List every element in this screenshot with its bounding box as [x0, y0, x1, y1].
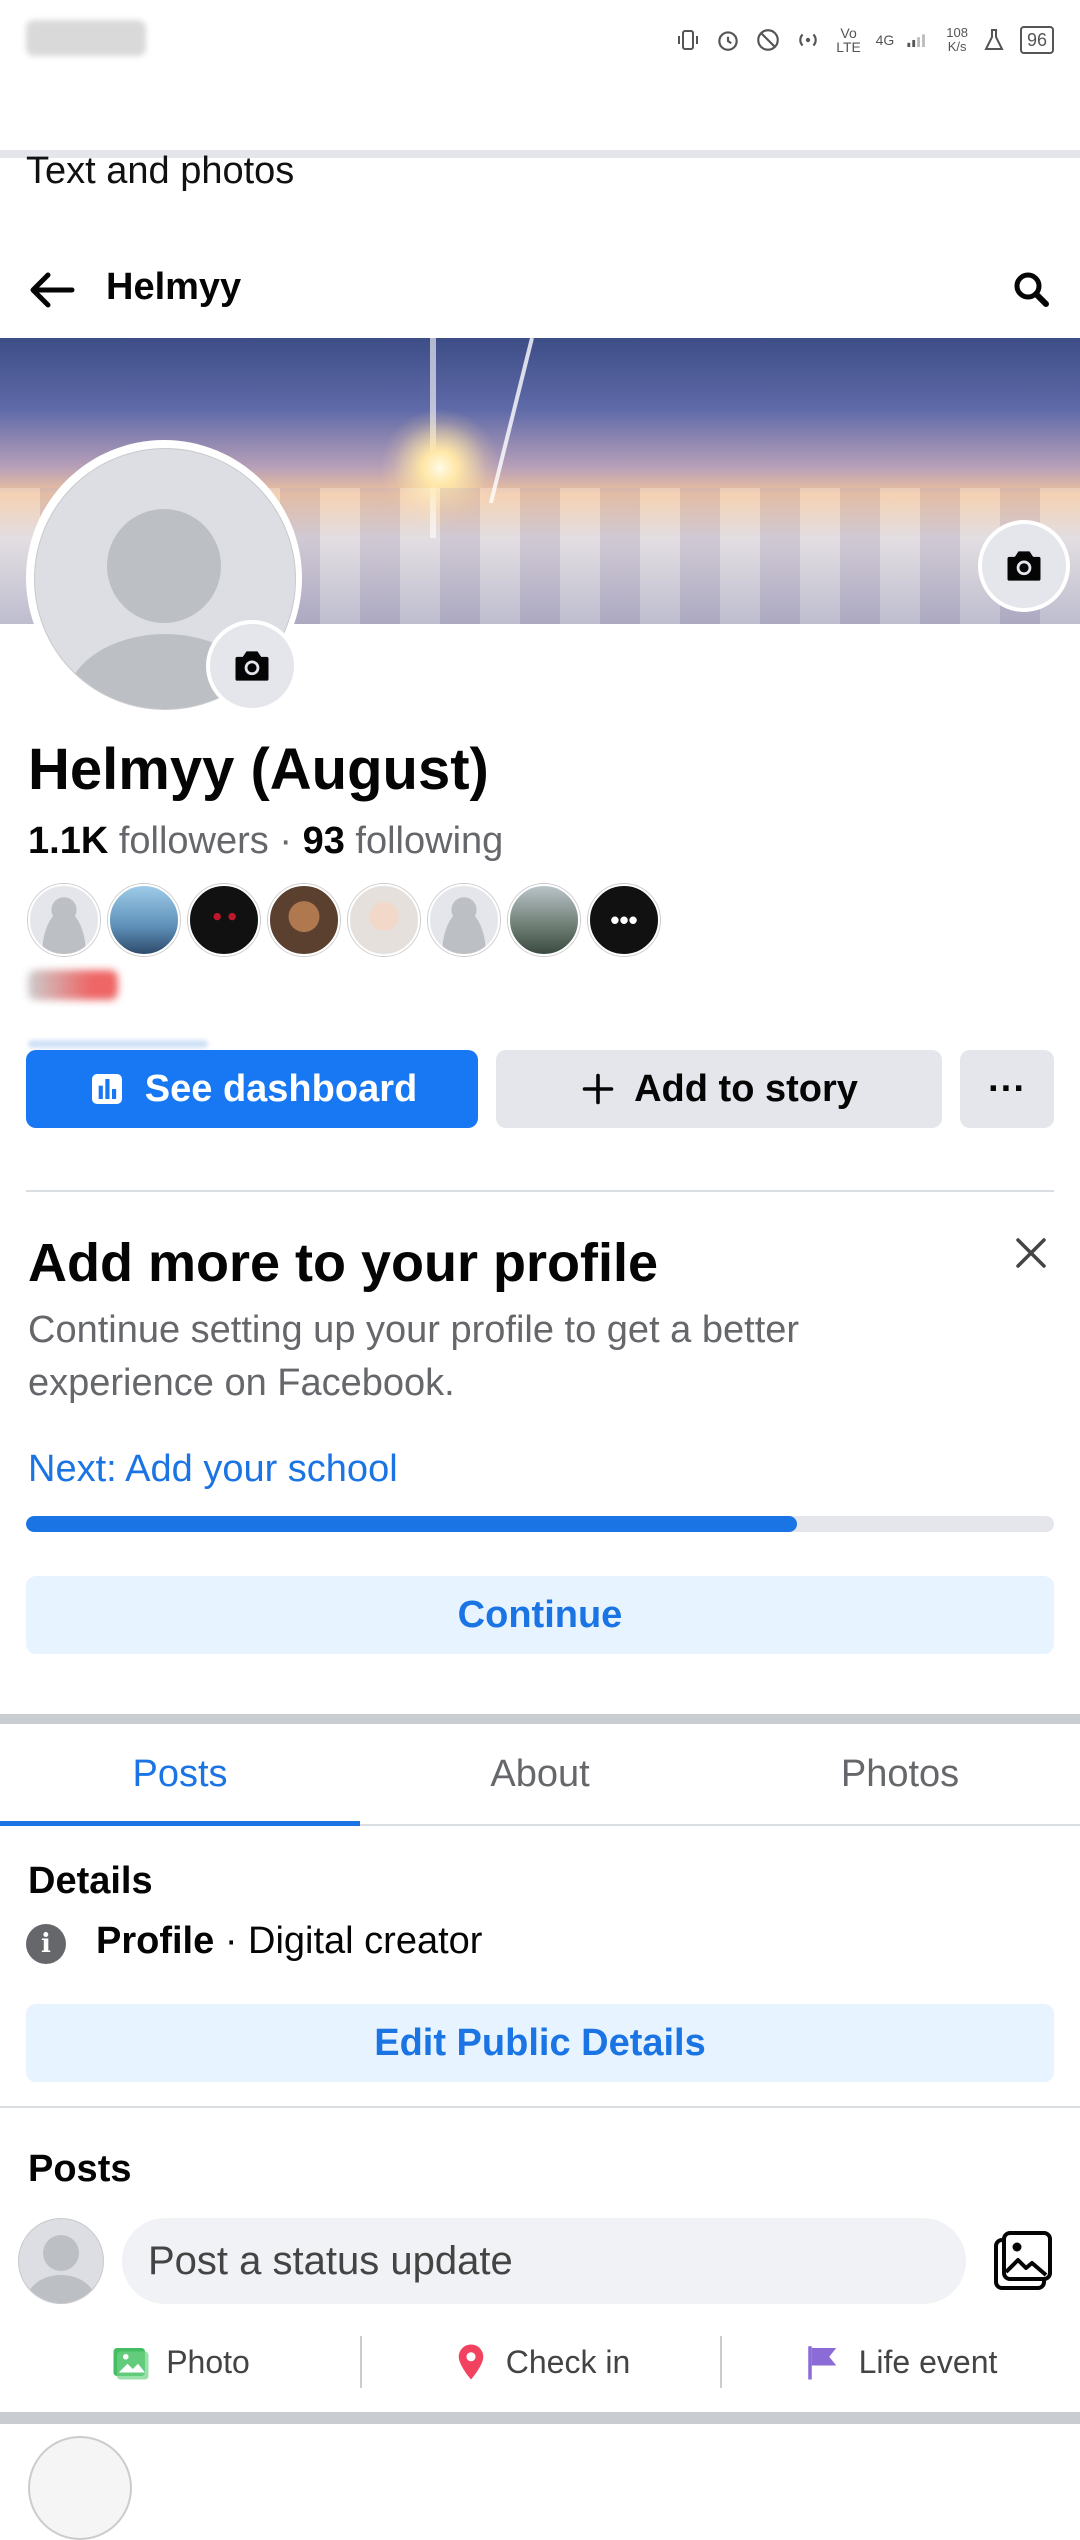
- add-to-story-label: Add to story: [634, 1067, 858, 1110]
- add-to-story-button[interactable]: Add to story: [496, 1050, 942, 1128]
- camera-icon: [235, 651, 269, 681]
- life-event-action-label: Life event: [858, 2343, 998, 2380]
- avatar-head: [43, 2235, 79, 2271]
- my-avatar[interactable]: [18, 2218, 104, 2304]
- tab-photos[interactable]: Photos: [720, 1724, 1080, 1824]
- profile-progress-bar: [26, 1516, 1054, 1532]
- volte-label: Vo LTE: [836, 25, 861, 55]
- friend-avatar[interactable]: [268, 884, 340, 956]
- status-update-input[interactable]: Post a status update: [122, 2218, 966, 2304]
- info-icon: i: [26, 1924, 66, 1964]
- details-profile-type: Profile · Digital creator: [96, 1920, 482, 1963]
- photo-action[interactable]: Photo: [0, 2326, 360, 2398]
- profile-name: Helmyy (August): [28, 737, 489, 802]
- followers-label[interactable]: followers: [119, 820, 269, 862]
- friend-avatar[interactable]: [28, 884, 100, 956]
- cut-off-header-text: Text and photos: [26, 150, 295, 192]
- section-divider: [0, 2412, 1080, 2424]
- edit-public-details-label: Edit Public Details: [374, 2021, 706, 2064]
- more-options-button[interactable]: ···: [960, 1050, 1054, 1128]
- edit-public-details-button[interactable]: Edit Public Details: [26, 2004, 1054, 2082]
- details-type-value: Digital creator: [248, 1920, 483, 1962]
- profile-header: Helmyy: [0, 240, 1080, 340]
- tab-about[interactable]: About: [360, 1724, 720, 1824]
- friend-avatar[interactable]: [348, 884, 420, 956]
- friend-avatar[interactable]: [108, 884, 180, 956]
- tab-label: About: [490, 1752, 590, 1795]
- blurred-bio: [28, 970, 118, 1000]
- friend-avatar[interactable]: [188, 884, 260, 956]
- blurred-line: [28, 1040, 208, 1048]
- add-more-description: Continue setting up your profile to get …: [28, 1309, 800, 1404]
- friend-avatar[interactable]: [508, 884, 580, 956]
- tab-label: Posts: [132, 1752, 228, 1795]
- add-more-title: Add more to your profile: [28, 1233, 659, 1293]
- details-type-label: Profile: [96, 1920, 215, 1962]
- more-options-label: ···: [988, 1067, 1026, 1110]
- add-photo-icon[interactable]: [990, 2228, 1056, 2294]
- following-label[interactable]: following: [355, 820, 503, 862]
- network-type: 4G: [875, 32, 895, 48]
- avatar-head: [107, 509, 221, 623]
- search-icon[interactable]: [1004, 262, 1060, 318]
- photo-icon: [113, 2348, 149, 2380]
- status-update-placeholder: Post a status update: [148, 2238, 513, 2283]
- camera-icon: [1007, 551, 1041, 581]
- hotspot-icon: [794, 26, 822, 54]
- status-bar: Vo LTE 4G 108 K/s 96: [0, 0, 1080, 80]
- section-divider: [0, 1714, 1080, 1724]
- continue-label: Continue: [457, 1593, 623, 1636]
- posts-heading: Posts: [28, 2148, 132, 2190]
- status-icons: Vo LTE 4G 108 K/s 96: [674, 22, 1054, 58]
- see-dashboard-button[interactable]: See dashboard: [26, 1050, 478, 1128]
- location-pin-icon: [458, 2344, 483, 2380]
- add-more-next-step[interactable]: Next: Add your school: [28, 1448, 398, 1491]
- plus-icon: [582, 1073, 614, 1105]
- dashboard-icon: [91, 1074, 122, 1104]
- vibrate-icon: [674, 26, 702, 54]
- tab-label: Photos: [840, 1752, 960, 1795]
- life-event-action[interactable]: Life event: [720, 2326, 1080, 2398]
- avatar-body: [27, 2275, 95, 2303]
- net-speed: 108 K/s: [946, 26, 968, 54]
- tab-posts[interactable]: Posts: [0, 1724, 360, 1826]
- photo-action-label: Photo: [166, 2343, 250, 2380]
- signal-icon: [906, 26, 934, 54]
- net-speed-unit: K/s: [947, 39, 967, 54]
- flask-icon: [980, 26, 1008, 54]
- details-heading: Details: [28, 1860, 153, 1902]
- friend-avatars-row: •••: [28, 884, 660, 956]
- divider: [26, 1190, 1054, 1192]
- friend-avatar[interactable]: [428, 884, 500, 956]
- back-arrow-icon[interactable]: [24, 262, 80, 318]
- avatar-camera-button[interactable]: [206, 620, 298, 712]
- follow-stats: 1.1K followers · 93 following: [28, 820, 503, 863]
- post-author-avatar[interactable]: [28, 2436, 132, 2540]
- flag-icon: [807, 2346, 836, 2380]
- stats-separator: ·: [279, 820, 293, 862]
- alarm-icon: [714, 26, 742, 54]
- following-count[interactable]: 93: [303, 820, 345, 862]
- more-friends-button[interactable]: •••: [588, 884, 660, 956]
- details-separator: ·: [224, 1920, 249, 1962]
- followers-count[interactable]: 1.1K: [28, 820, 108, 862]
- progress-fill: [26, 1516, 797, 1532]
- check-in-action[interactable]: Check in: [360, 2326, 720, 2398]
- continue-button[interactable]: Continue: [26, 1576, 1054, 1654]
- battery-level: 96: [1019, 26, 1054, 54]
- do-not-disturb-icon: [754, 26, 782, 54]
- status-time-blurred: [26, 20, 146, 56]
- check-in-action-label: Check in: [505, 2343, 631, 2380]
- header-title: Helmyy: [106, 266, 242, 308]
- close-icon[interactable]: [1006, 1228, 1056, 1278]
- profile-tabs: Posts About Photos: [0, 1724, 1080, 1826]
- net-speed-value: 108: [946, 25, 968, 40]
- divider: [0, 2106, 1080, 2108]
- see-dashboard-label: See dashboard: [144, 1067, 418, 1110]
- post-actions-row: Photo Check in Life event: [0, 2326, 1080, 2398]
- cover-camera-button[interactable]: [978, 520, 1070, 612]
